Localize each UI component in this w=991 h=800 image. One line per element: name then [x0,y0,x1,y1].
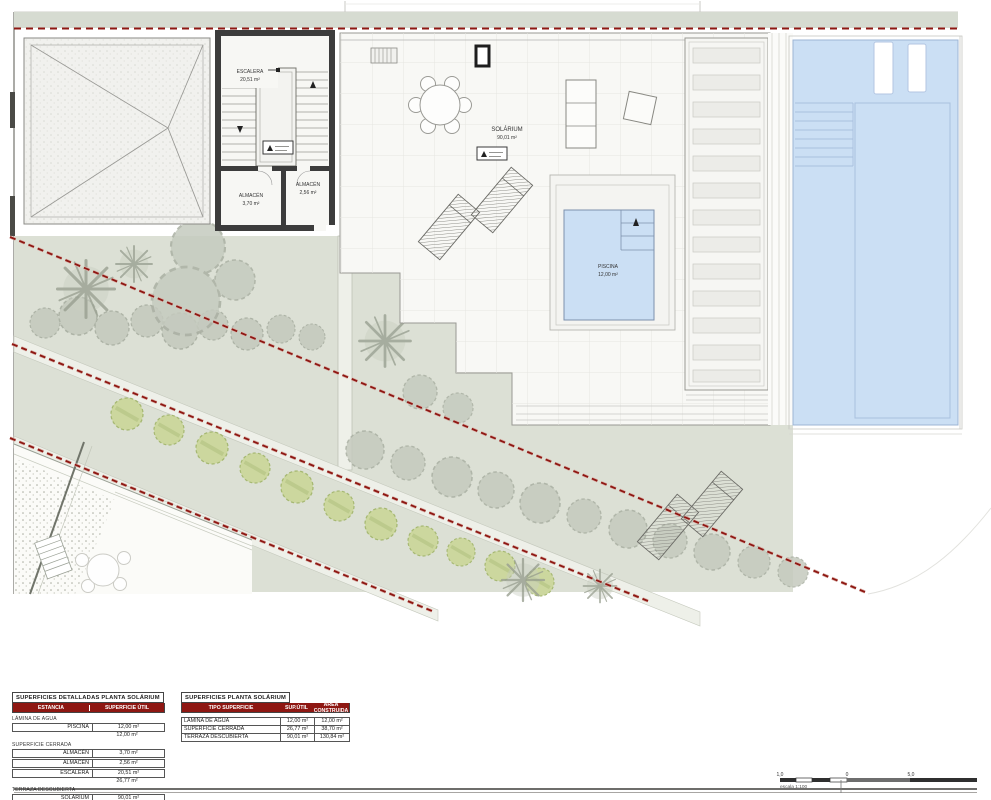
table-row: ALMACÉN 2,56 m² [12,759,165,768]
almacen2-area: 2,56 m² [300,190,317,196]
terrace-cabinet [566,80,596,148]
pool-mat [874,42,893,94]
vent-grille [371,48,397,63]
escalera-area: 20,51 m² [240,77,260,83]
scale-label-1: 1,0 [777,772,784,778]
stair-block: ESCALERA 20,51 m² ALMACÉN 3,70 m² ALMACÉ… [215,30,335,231]
almacen1-label: ALMACÉN [239,192,264,199]
row-label: SUPERFICIE CERRADA [182,726,281,733]
escalera-label: ESCALERA [237,69,264,75]
solarium-area: 90,01 m² [497,135,517,141]
table-header: TIPO SUPERFICIE SUP.ÚTIL ÁREA CONSTRUIDA [181,703,350,713]
row-util: 90,01 m² [281,734,315,741]
section-total: 26,77 m² [89,778,165,785]
table-row: ALMACÉN 3,70 m² [12,749,165,758]
hip-roof [24,38,210,224]
table-row: ESCALERA 20,51 m² [12,769,165,778]
table-title: SUPERFICIES PLANTA SOLÁRIUM [181,692,290,703]
table-row: SUPERFICIE CERRADA 26,77 m² 38,70 m² [181,726,350,734]
row-value: 2,56 m² [93,760,164,767]
table-title: SUPERFICIES DETALLADAS PLANTA SOLÁRIUM [12,692,164,703]
top-hedge-strip [14,12,958,29]
row-label: PISCINA [13,724,93,731]
row-construida: 130,84 m² [315,734,349,741]
section-superficie-cerrada: SUPERFICIE CERRADA [12,742,165,748]
row-label: ESCALERA [13,770,93,777]
pool-mat [908,44,926,92]
piscina-label: PISCINA [598,264,619,270]
pool: PISCINA 12,00 m² [550,175,675,330]
row-label: LÁMINA DE AGUA [182,718,281,725]
table-row: SOLÁRIUM 90,01 m² [12,794,165,800]
table-row: LÁMINA DE AGUA 12,00 m² 12,00 m² [181,717,350,726]
edge-wall [10,92,15,128]
row-value: 90,01 m² [93,795,164,800]
row-construida: 38,70 m² [315,726,349,733]
almacen2-label: ALMACÉN [296,181,321,188]
col-estancia: ESTANCIA [13,705,90,711]
row-label: TERRAZA DESCUBIERTA [182,734,281,741]
row-label: ALMACÉN [13,750,93,757]
section-total: 12,00 m² [89,732,165,739]
pergola [685,38,768,400]
edge-wall [10,196,15,236]
table-superficies-detalladas: SUPERFICIES DETALLADAS PLANTA SOLÁRIUM E… [12,692,165,800]
table-header: ESTANCIA SUPERFICIE ÚTIL [12,703,165,713]
large-pool [789,36,962,434]
scale-label-5: 5,0 [908,772,915,778]
row-label: SOLÁRIUM [13,795,93,800]
col-superficie-util: SUPERFICIE ÚTIL [90,705,164,711]
col-tipo-superficie: TIPO SUPERFICIE [182,705,280,711]
almacen1-area: 3,70 m² [243,201,260,207]
solarium-label: SOLÁRIUM [491,126,522,133]
col-area-construida: ÁREA CONSTRUIDA [313,702,349,714]
section-lamina-de-agua: LÁMINA DE AGUA [12,716,165,722]
floor-plan-canvas: SOLÁRIUM 90,01 m² PISCINA 12,00 m² [0,0,991,800]
row-util: 12,00 m² [281,718,315,725]
table-row: TERRAZA DESCUBIERTA 90,01 m² 130,84 m² [181,734,350,742]
table-superficies-resumen: SUPERFICIES PLANTA SOLÁRIUM TIPO SUPERFI… [181,692,350,742]
scale-label-0: 0 [846,772,849,778]
table-row: PISCINA 12,00 m² [12,723,165,732]
terrace-box [623,91,656,124]
col-sup-util: SUP.ÚTIL [280,705,313,711]
row-label: ALMACÉN [13,760,93,767]
chimney [476,46,489,66]
row-value: 20,51 m² [93,770,164,777]
row-value: 3,70 m² [93,750,164,757]
elevation-marker [263,141,293,154]
drawing-sheet: SOLÁRIUM 90,01 m² PISCINA 12,00 m² [0,0,991,800]
row-value: 12,00 m² [93,724,164,731]
section-terraza-descubierta: TERRAZA DESCUBIERTA [12,787,165,793]
row-construida: 12,00 m² [315,718,349,725]
row-util: 26,77 m² [281,726,315,733]
piscina-area: 12,00 m² [598,272,618,278]
elevation-marker [477,147,507,160]
